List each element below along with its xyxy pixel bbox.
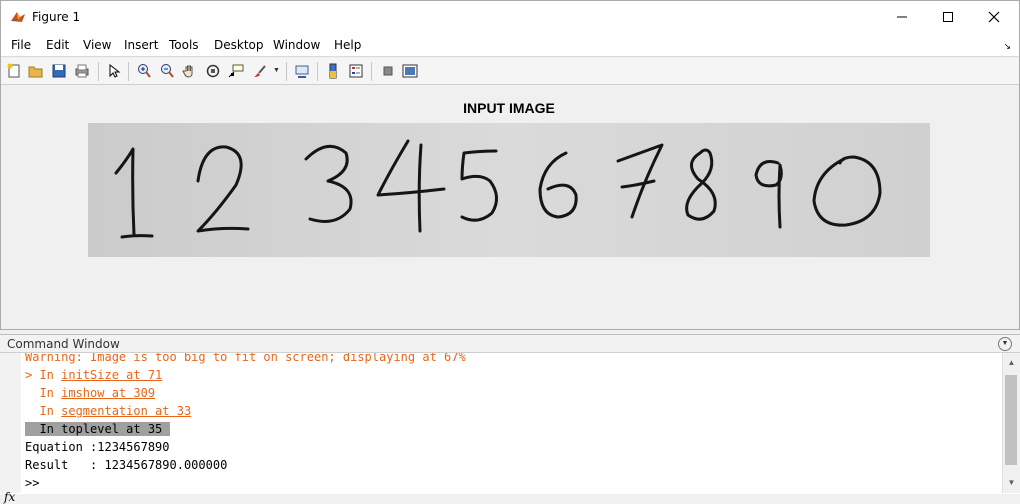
axes-title: INPUT IMAGE xyxy=(463,100,555,116)
menu-desktop[interactable]: Desktop xyxy=(214,38,264,52)
menu-window[interactable]: Window xyxy=(273,38,320,52)
title-bar[interactable]: Figure 1 xyxy=(1,1,1019,33)
handwritten-digits-image xyxy=(88,123,930,257)
maximize-icon xyxy=(943,12,953,22)
stack-line-4: In toplevel at 35 xyxy=(25,420,171,438)
command-window-gutter: fx xyxy=(0,353,21,504)
pan-icon[interactable] xyxy=(181,62,199,80)
stack-line-1: > In initSize at 71 xyxy=(25,368,163,382)
menu-edit[interactable]: Edit xyxy=(46,38,69,52)
warning-line: Warning: Image is too big to fit on scre… xyxy=(25,353,466,364)
menu-view[interactable]: View xyxy=(83,38,111,52)
close-icon xyxy=(988,11,1000,23)
command-window-title: Command Window xyxy=(7,337,120,351)
maximize-button[interactable] xyxy=(925,1,971,33)
scroll-down-icon[interactable]: ▼ xyxy=(1003,475,1020,491)
show-plot-tools-icon[interactable] xyxy=(401,62,419,80)
insert-colorbar-icon[interactable] xyxy=(324,62,342,80)
stack-line-2: In imshow at 309 xyxy=(25,386,156,400)
menu-tools[interactable]: Tools xyxy=(169,38,199,52)
minimize-icon xyxy=(897,16,907,18)
link-initsize[interactable]: initSize at 71 xyxy=(61,368,162,382)
edit-plot-icon[interactable] xyxy=(105,62,123,80)
hide-plot-tools-icon[interactable] xyxy=(379,62,397,80)
menu-help[interactable]: Help xyxy=(334,38,361,52)
window-title: Figure 1 xyxy=(32,10,81,24)
scroll-up-icon[interactable]: ▲ xyxy=(1003,355,1020,371)
minimize-button[interactable] xyxy=(879,1,925,33)
link-plot-icon[interactable] xyxy=(293,62,311,80)
figure-window: Figure 1 File Edit View Insert Tools Des… xyxy=(0,0,1020,330)
menu-file[interactable]: File xyxy=(11,38,31,52)
scroll-thumb[interactable] xyxy=(1005,375,1017,465)
command-window-menu-button[interactable]: ▼ xyxy=(998,337,1012,351)
equation-line: Equation :1234567890 xyxy=(25,440,170,454)
link-segmentation[interactable]: segmentation at 33 xyxy=(61,404,191,418)
zoom-in-icon[interactable] xyxy=(135,62,153,80)
command-window: Command Window ▼ fx Warning: Image is to… xyxy=(0,334,1020,504)
input-image xyxy=(88,123,930,257)
brush-dropdown-icon[interactable]: ▼ xyxy=(273,67,280,74)
stack-line-3: In segmentation at 33 xyxy=(25,404,192,418)
command-prompt[interactable]: >> xyxy=(25,474,39,492)
fx-icon[interactable]: fx xyxy=(4,490,15,504)
close-button[interactable] xyxy=(971,1,1017,33)
open-file-icon[interactable] xyxy=(27,62,45,80)
figure-toolbar: ▼ xyxy=(1,58,1019,85)
brush-icon[interactable] xyxy=(251,62,269,80)
vertical-scrollbar[interactable]: ▲ ▼ xyxy=(1002,353,1020,493)
save-icon[interactable] xyxy=(50,62,68,80)
menu-insert[interactable]: Insert xyxy=(124,38,158,52)
print-icon[interactable] xyxy=(73,62,91,80)
menu-bar: File Edit View Insert Tools Desktop Wind… xyxy=(1,33,1019,57)
command-output[interactable]: Warning: Image is too big to fit on scre… xyxy=(21,353,1001,493)
matlab-icon xyxy=(11,12,25,22)
command-window-header: Command Window ▼ xyxy=(0,335,1020,353)
insert-legend-icon[interactable] xyxy=(347,62,365,80)
dock-arrow-icon[interactable]: ↘ xyxy=(1003,41,1011,52)
rotate-3d-icon[interactable] xyxy=(204,62,222,80)
zoom-out-icon[interactable] xyxy=(158,62,176,80)
data-cursor-icon[interactable] xyxy=(227,62,245,80)
new-figure-icon[interactable] xyxy=(5,62,23,80)
link-imshow[interactable]: imshow at 309 xyxy=(61,386,155,400)
result-line: Result : 1234567890.000000 xyxy=(25,458,228,472)
